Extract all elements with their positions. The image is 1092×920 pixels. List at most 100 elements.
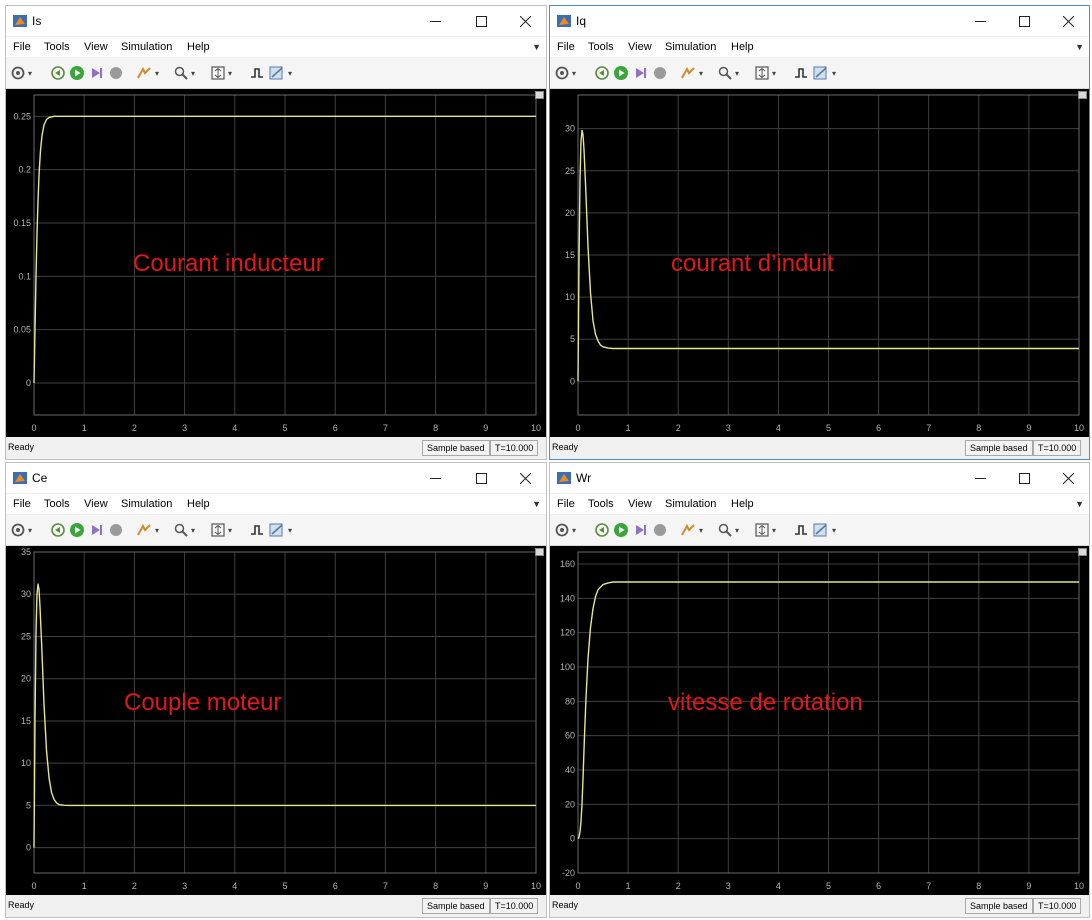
step-forward-button[interactable] <box>89 65 103 81</box>
menu-simulation[interactable]: Simulation <box>665 498 716 510</box>
close-button[interactable] <box>502 6 546 36</box>
maximize-button[interactable] <box>1001 463 1047 493</box>
dock-icon[interactable] <box>1078 548 1087 556</box>
style-button[interactable]: ▾ <box>269 65 292 81</box>
stepback-button[interactable] <box>50 65 66 81</box>
stepback-button[interactable] <box>594 65 610 81</box>
menu-tools[interactable]: Tools <box>588 41 614 53</box>
stop-button[interactable] <box>653 65 667 81</box>
menu-file[interactable]: File <box>13 498 31 510</box>
plot-area[interactable]: 0 1 2 3 4 5 6 7 8 9 10 0 5 10 15 20 25 30 35 <box>6 546 546 897</box>
menu-expand-icon[interactable]: ▼ <box>1075 499 1084 509</box>
menu-help[interactable]: Help <box>187 498 210 510</box>
settings-button[interactable]: ▾ <box>11 65 32 81</box>
menu-simulation[interactable]: Simulation <box>121 41 172 53</box>
scale-axes-button[interactable]: ▾ <box>755 522 776 538</box>
maximize-button[interactable] <box>1001 6 1047 36</box>
step-forward-button[interactable] <box>89 522 103 538</box>
menu-file[interactable]: File <box>13 41 31 53</box>
scope-window-is[interactable]: Is File Tools View Simulation Help ▼ ▾ ▾… <box>5 5 547 460</box>
title-bar[interactable]: Wr <box>550 463 1089 493</box>
style-button[interactable]: ▾ <box>813 65 836 81</box>
step-forward-button[interactable] <box>633 65 647 81</box>
menu-tools[interactable]: Tools <box>44 41 70 53</box>
maximize-button[interactable] <box>458 463 504 493</box>
zoom-button[interactable]: ▾ <box>174 65 195 81</box>
dock-icon[interactable] <box>535 548 544 556</box>
highlight-button[interactable]: ▾ <box>680 65 703 81</box>
zoom-button[interactable]: ▾ <box>718 522 739 538</box>
triggers-button[interactable] <box>250 522 264 538</box>
stepback-button[interactable] <box>594 522 610 538</box>
settings-icon <box>11 523 25 537</box>
style-button[interactable]: ▾ <box>269 522 292 538</box>
close-button[interactable] <box>502 463 546 493</box>
minimize-button[interactable] <box>412 463 458 493</box>
menu-simulation[interactable]: Simulation <box>121 498 172 510</box>
scale-axes-button[interactable]: ▾ <box>211 65 232 81</box>
scale-axes-button[interactable]: ▾ <box>211 522 232 538</box>
title-bar[interactable]: Ce <box>6 463 546 493</box>
highlight-button[interactable]: ▾ <box>680 522 703 538</box>
highlight-button[interactable]: ▾ <box>136 65 159 81</box>
x-tick-label: 7 <box>926 423 931 433</box>
title-bar[interactable]: Iq <box>550 6 1089 36</box>
stop-button[interactable] <box>109 65 123 81</box>
run-button[interactable] <box>613 65 629 81</box>
stop-icon <box>110 524 122 536</box>
close-button[interactable] <box>1045 6 1089 36</box>
menu-help[interactable]: Help <box>731 41 754 53</box>
menu-view[interactable]: View <box>84 41 108 53</box>
run-button[interactable] <box>69 65 85 81</box>
menu-bar: File Tools View Simulation Help ▼ <box>550 37 1089 57</box>
dock-icon[interactable] <box>535 91 544 99</box>
x-tick-label: 6 <box>333 423 338 433</box>
menu-view[interactable]: View <box>628 498 652 510</box>
scope-window-wr[interactable]: Wr File Tools View Simulation Help ▼ ▾ ▾… <box>549 462 1090 918</box>
dock-icon[interactable] <box>1078 91 1087 99</box>
menu-file[interactable]: File <box>557 41 575 53</box>
triggers-button[interactable] <box>250 65 264 81</box>
title-bar[interactable]: Is <box>6 6 546 36</box>
run-button[interactable] <box>613 522 629 538</box>
maximize-button[interactable] <box>458 6 504 36</box>
zoom-button[interactable]: ▾ <box>174 522 195 538</box>
menu-simulation[interactable]: Simulation <box>665 41 716 53</box>
menu-help[interactable]: Help <box>187 41 210 53</box>
stepback-button[interactable] <box>50 522 66 538</box>
menu-help[interactable]: Help <box>731 498 754 510</box>
menu-expand-icon[interactable]: ▼ <box>532 42 541 52</box>
scale-axes-button[interactable]: ▾ <box>755 65 776 81</box>
style-button[interactable]: ▾ <box>813 522 836 538</box>
close-button[interactable] <box>1045 463 1089 493</box>
run-icon <box>70 66 84 80</box>
stop-button[interactable] <box>653 522 667 538</box>
x-tick-label: 1 <box>82 423 87 433</box>
run-button[interactable] <box>69 522 85 538</box>
minimize-button[interactable] <box>957 6 1003 36</box>
menu-tools[interactable]: Tools <box>588 498 614 510</box>
minimize-button[interactable] <box>957 463 1003 493</box>
menu-view[interactable]: View <box>84 498 108 510</box>
minimize-button[interactable] <box>412 6 458 36</box>
zoom-button[interactable]: ▾ <box>718 65 739 81</box>
settings-button[interactable]: ▾ <box>11 522 32 538</box>
x-tick-label: 4 <box>232 423 237 433</box>
step-forward-button[interactable] <box>633 522 647 538</box>
plot-area[interactable]: 0 1 2 3 4 5 6 7 8 9 10 -20 0 20 40 60 80 100 120 140 160 <box>550 546 1089 897</box>
menu-tools[interactable]: Tools <box>44 498 70 510</box>
triggers-button[interactable] <box>794 522 808 538</box>
menu-expand-icon[interactable]: ▼ <box>1075 42 1084 52</box>
scope-window-iq[interactable]: Iq File Tools View Simulation Help ▼ ▾ ▾… <box>549 5 1090 460</box>
menu-view[interactable]: View <box>628 41 652 53</box>
scope-window-ce[interactable]: Ce File Tools View Simulation Help ▼ ▾ ▾… <box>5 462 547 918</box>
settings-button[interactable]: ▾ <box>555 522 576 538</box>
y-tick-label: 0 <box>570 834 575 844</box>
stop-button[interactable] <box>109 522 123 538</box>
triggers-button[interactable] <box>794 65 808 81</box>
menu-file[interactable]: File <box>557 498 575 510</box>
x-tick-label: 5 <box>282 423 287 433</box>
highlight-button[interactable]: ▾ <box>136 522 159 538</box>
menu-expand-icon[interactable]: ▼ <box>532 499 541 509</box>
settings-button[interactable]: ▾ <box>555 65 576 81</box>
